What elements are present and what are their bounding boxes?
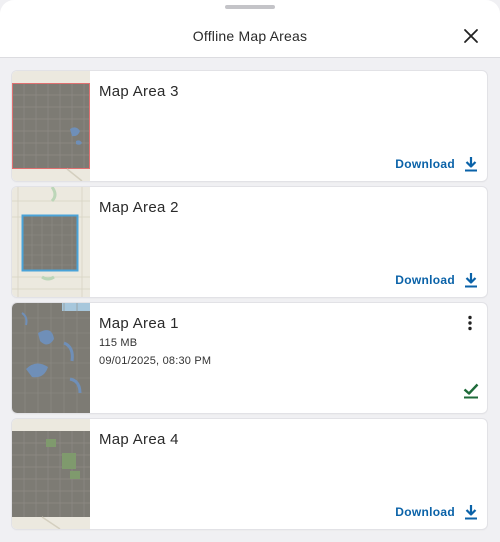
- download-label: Download: [395, 157, 455, 171]
- page-title: Offline Map Areas: [192, 28, 308, 44]
- map-area-size: 115 MB: [99, 337, 138, 349]
- more-vertical-icon[interactable]: [467, 315, 473, 331]
- map-thumbnail: [12, 71, 90, 181]
- download-icon: [465, 273, 477, 288]
- download-label: Download: [395, 273, 455, 287]
- map-area-name: Map Area 4: [99, 431, 179, 448]
- download-button[interactable]: Download: [395, 504, 478, 520]
- download-button[interactable]: Download: [395, 156, 478, 172]
- map-area-card[interactable]: Map Area 2 Download: [12, 187, 487, 297]
- map-area-name: Map Area 3: [99, 83, 179, 100]
- map-area-name: Map Area 1: [99, 315, 179, 332]
- sheet-header: Offline Map Areas: [0, 0, 500, 58]
- map-area-card[interactable]: Map Area 3 Download: [12, 71, 487, 181]
- map-area-card[interactable]: Map Area 4 Download: [12, 419, 487, 529]
- close-icon[interactable]: [462, 27, 480, 45]
- download-icon: [465, 157, 477, 172]
- download-label: Download: [395, 505, 455, 519]
- map-thumbnail: [12, 419, 90, 529]
- download-button[interactable]: Download: [395, 272, 478, 288]
- map-area-card[interactable]: Map Area 1 115 MB 09/01/2025, 08:30 PM: [12, 303, 487, 413]
- map-thumbnail: [12, 303, 90, 413]
- offline-map-areas-sheet: Offline Map Areas Map Area 3 Download Ma…: [0, 0, 500, 542]
- map-area-name: Map Area 2: [99, 199, 179, 216]
- map-thumbnail: [12, 187, 90, 297]
- map-area-date: 09/01/2025, 08:30 PM: [99, 355, 212, 367]
- download-icon: [465, 505, 477, 520]
- checkmark-icon: [463, 382, 479, 404]
- drag-handle[interactable]: [225, 5, 275, 9]
